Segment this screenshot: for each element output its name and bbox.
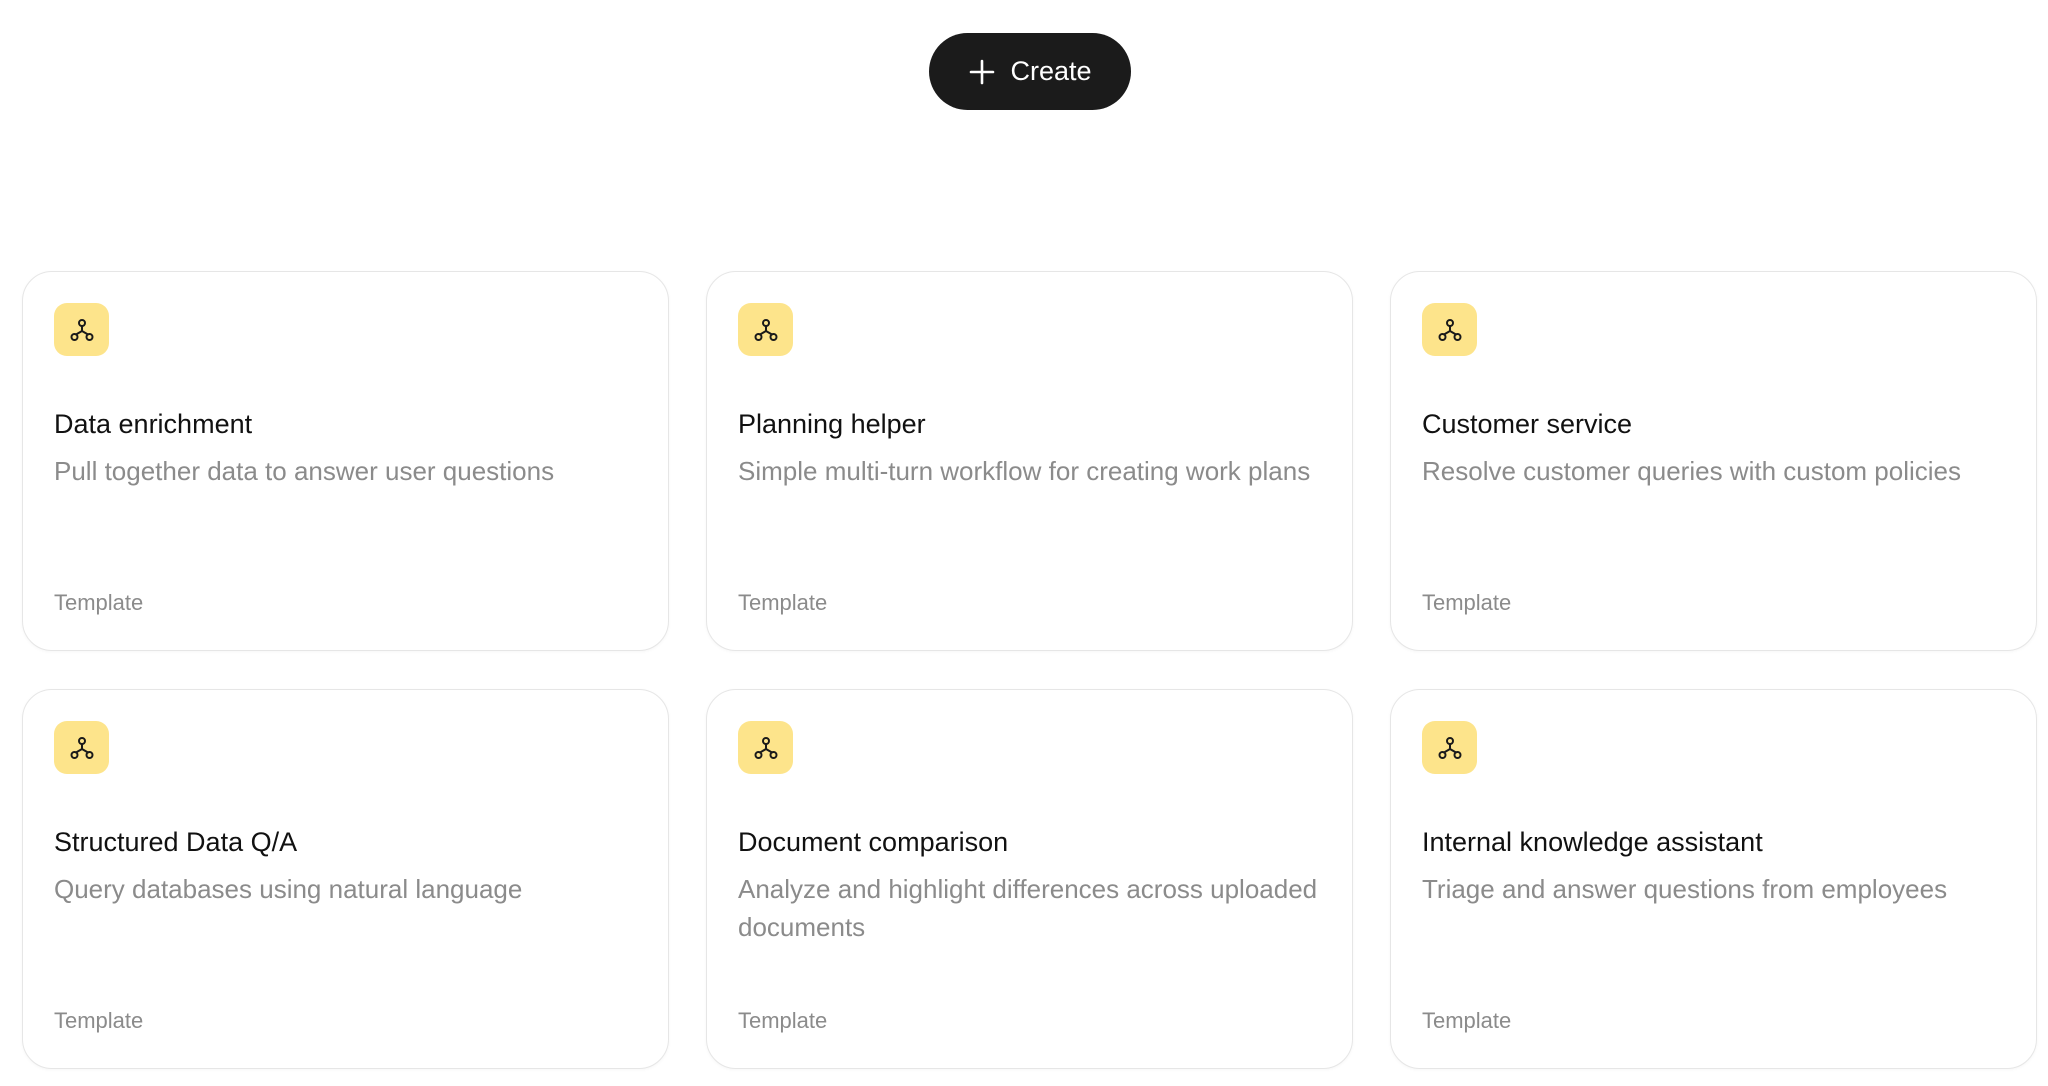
card-tag: Template [54, 1008, 144, 1033]
card-description: Pull together data to answer user questi… [54, 456, 555, 486]
template-grid: Data enrichment Pull together data to an… [22, 271, 2038, 1069]
card-description: Analyze and highlight differences across… [738, 874, 1318, 942]
template-card-internal-knowledge-assistant[interactable]: Internal knowledge assistant Triage and … [1390, 689, 2037, 1069]
workflow-icon [1422, 721, 1477, 774]
card-title: Customer service [1422, 409, 1633, 439]
workflow-icon [738, 303, 793, 356]
template-card-customer-service[interactable]: Customer service Resolve customer querie… [1390, 271, 2037, 651]
plus-icon [970, 59, 995, 84]
workflow-icon [1422, 303, 1477, 356]
card-title: Planning helper [738, 409, 926, 439]
template-card-document-comparison[interactable]: Document comparison Analyze and highligh… [706, 689, 1353, 1069]
card-tag: Template [1422, 1008, 1512, 1033]
workflow-icon [54, 303, 109, 356]
template-card-data-enrichment[interactable]: Data enrichment Pull together data to an… [22, 271, 669, 651]
card-tag: Template [738, 590, 828, 615]
card-tag: Template [1422, 590, 1512, 615]
card-tag: Template [738, 1008, 828, 1033]
template-card-planning-helper[interactable]: Planning helper Simple multi-turn workfl… [706, 271, 1353, 651]
card-title: Data enrichment [54, 409, 253, 439]
card-title: Structured Data Q/A [54, 827, 298, 857]
create-button-label: Create [1010, 56, 1092, 86]
card-description: Triage and answer questions from employe… [1422, 874, 1948, 904]
card-description: Simple multi-turn workflow for creating … [738, 456, 1311, 486]
card-description: Query databases using natural language [54, 874, 523, 904]
card-tag: Template [54, 590, 144, 615]
card-title: Document comparison [738, 827, 1009, 857]
create-button[interactable]: Create [929, 33, 1131, 110]
workflow-icon [738, 721, 793, 774]
card-title: Internal knowledge assistant [1422, 827, 1763, 857]
template-card-structured-data-qa[interactable]: Structured Data Q/A Query databases usin… [22, 689, 669, 1069]
workflow-icon [54, 721, 109, 774]
card-description: Resolve customer queries with custom pol… [1422, 456, 1961, 486]
